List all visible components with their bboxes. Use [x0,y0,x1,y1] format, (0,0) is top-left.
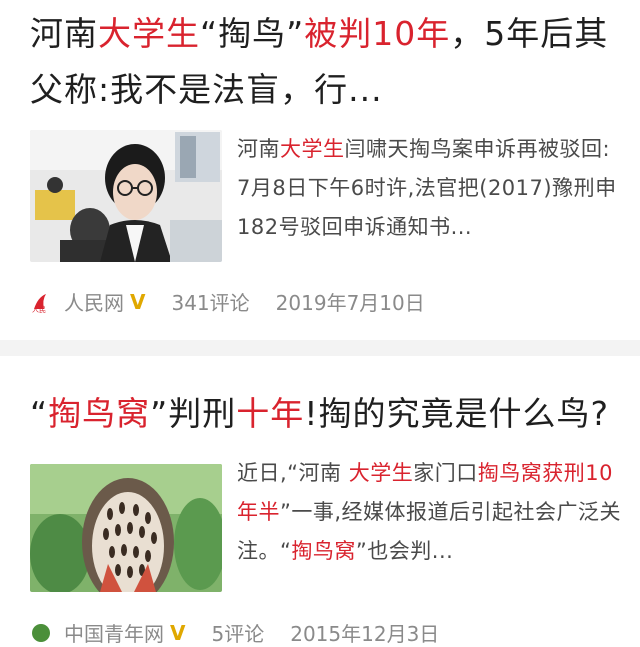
title-part: !掏的究竟是什么鸟? [304,394,609,433]
news-card-2[interactable]: “掏鸟窝”判刑十年!掏的究竟是什么鸟? 近日,“河南 大学生家门口掏鸟窝获刑10… [0,356,640,646]
title-highlight: 大学生 [98,14,200,53]
article-summary: 近日,“河南 大学生家门口掏鸟窝获刑10年半”一事,经媒体报道后引起社会广泛关注… [237,454,630,571]
publish-date: 2019年7月10日 [275,291,425,315]
summary-part: 河南 [237,137,280,161]
article-thumbnail[interactable] [30,130,222,262]
news-card-1[interactable]: 河南大学生“掏鸟”被判10年，5年后其父称:我不是法盲，行... 河南大学生闫啸… [0,0,640,340]
svg-text:人民: 人民 [32,306,46,313]
article-summary: 河南大学生闫啸天掏鸟案申诉再被驳回: 7月8日下午6时许,法官把(2017)豫刑… [237,130,630,247]
article-thumbnail[interactable] [30,464,222,592]
title-highlight: 掏鸟窝 [48,394,151,433]
summary-part: ”也会判... [355,539,454,563]
summary-part: 近日,“河南 [237,461,349,485]
title-part: “ [30,394,49,433]
title-highlight: 被判10年 [304,14,451,53]
verified-badge: V [130,289,146,314]
card-divider [0,340,640,356]
summary-highlight: 掏鸟窝 [291,539,356,563]
summary-part: 家门口 [413,461,478,485]
title-part: ”判刑 [150,394,237,433]
summary-highlight: 大学生 [280,137,345,161]
article-title[interactable]: “掏鸟窝”判刑十年!掏的究竟是什么鸟? [30,386,622,442]
title-part: “掏鸟” [200,14,305,53]
article-meta: 人民 人民网 V 341评论 2019年7月10日 [30,287,425,316]
article-title[interactable]: 河南大学生“掏鸟”被判10年，5年后其父称:我不是法盲，行... [30,6,622,118]
student-photo-icon [30,130,222,262]
title-highlight: 十年 [236,394,305,433]
summary-highlight: 大学生 [348,461,414,485]
falcon-photo-icon [30,464,222,592]
comment-count[interactable]: 341评论 [171,287,249,316]
people-daily-logo-icon: 人民 [32,293,46,313]
source-name[interactable]: 人民网 [64,287,124,316]
title-part: 河南 [30,14,98,53]
